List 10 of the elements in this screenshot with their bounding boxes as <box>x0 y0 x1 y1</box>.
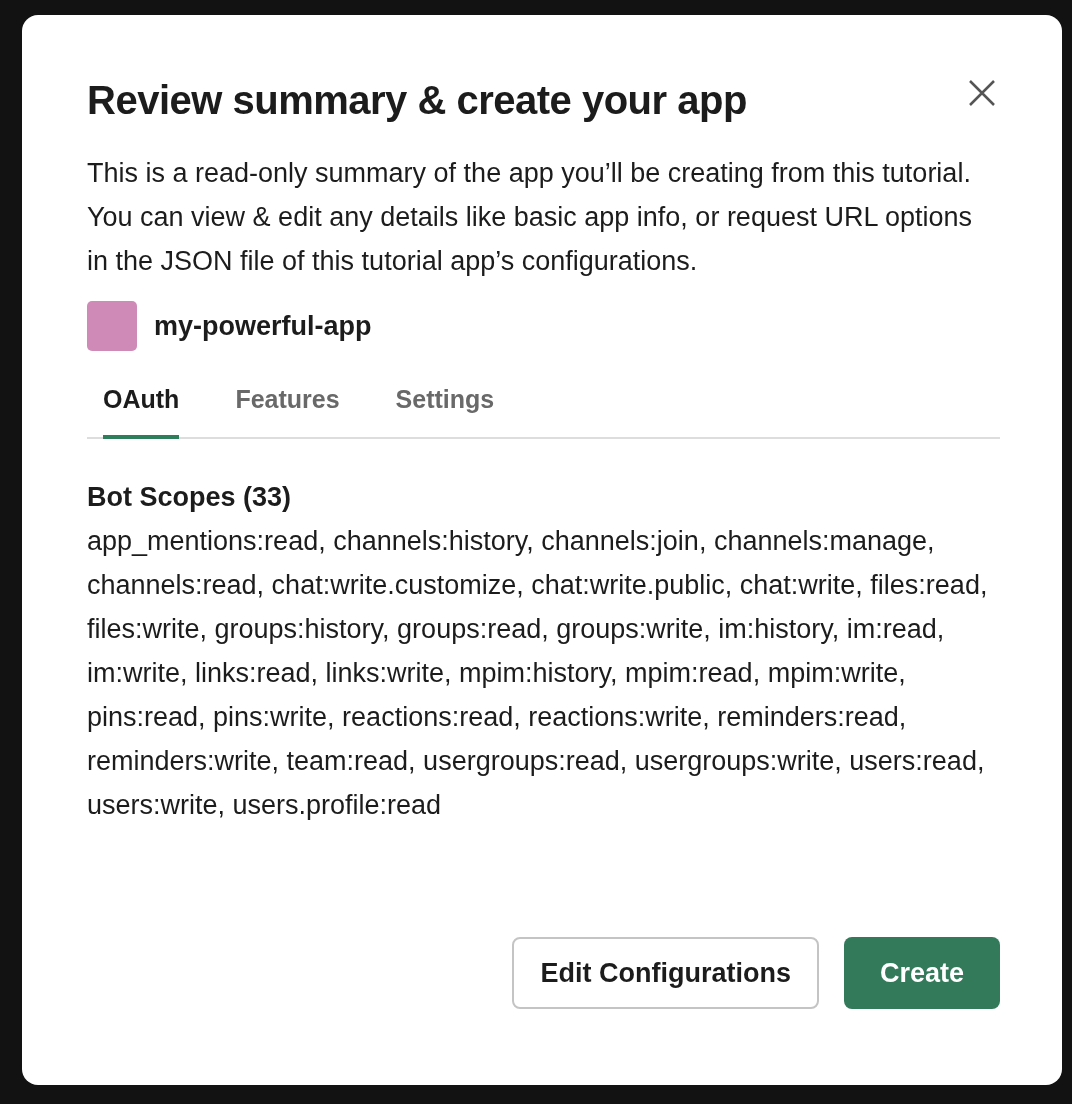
tab[interactable]: Features <box>235 381 340 439</box>
create-button[interactable]: Create <box>843 937 1000 1009</box>
edit-configurations-button[interactable]: Edit Configurations <box>512 937 819 1009</box>
description-text: This is a read-only summary of the app you’ll be creating from this tutorial. You can view & edit any details like basic app info, or request URL options in the JSON file of this tutorial app’s configurations. <box>87 157 973 278</box>
tab[interactable]: Settings <box>395 381 495 439</box>
tab[interactable]: OAuth <box>103 381 180 439</box>
app-name: my-powerful-app <box>154 309 372 343</box>
dialog-title: Review summary & create your app <box>87 77 747 124</box>
scopes-text: app_mentions:read, channels:history, channels:join, channels:manage, channels:read, chat:write.customize, chat:write.public, chat:write, files:read, files:write, groups:history, groups:read, groups:write, im:history, im:read, im:write, links:read, links:write, mpim:history, mpim:read, mpim:write, pins:read, pins:write, reactions:read, reactions:write, reminders:read, reminders:write, team:read, usergroups:read, usergroups:write, users:read, users:write, users.profile:read <box>87 525 989 822</box>
section-heading: Bot Scopes (33) <box>87 480 293 514</box>
